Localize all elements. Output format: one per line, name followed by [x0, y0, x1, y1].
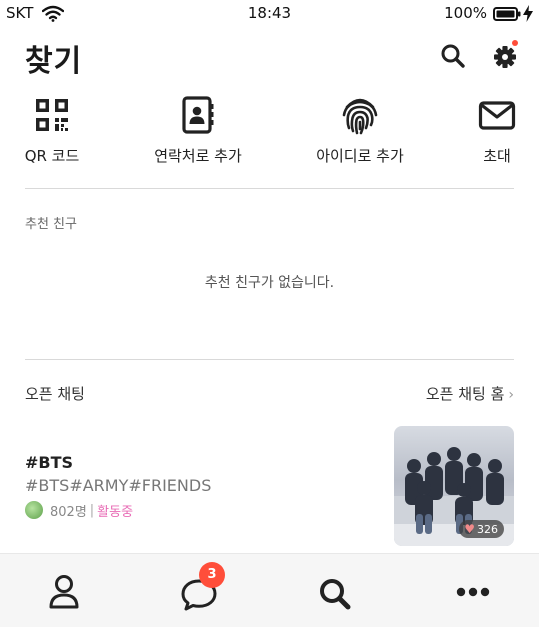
more-icon	[456, 587, 490, 597]
bottom-nav	[0, 553, 539, 627]
open-chat-home-label: 오픈 채팅 홈	[425, 385, 505, 403]
open-chat-name: #BTS	[25, 453, 74, 472]
like-count: 326	[477, 522, 498, 536]
settings-button[interactable]	[491, 40, 519, 70]
member-count: 802명	[50, 504, 87, 520]
host-avatar	[25, 501, 43, 519]
divider	[25, 359, 514, 360]
notification-dot	[512, 40, 518, 46]
envelope-icon	[478, 101, 516, 130]
chevron-right-icon: ›	[508, 387, 514, 403]
header-search-button[interactable]	[440, 43, 466, 69]
open-chat-home-link[interactable]: 오픈 채팅 홈 ›	[426, 383, 514, 404]
invite-button[interactable]: 초대	[472, 95, 522, 171]
open-chat-thumbnail[interactable]: ♥ 326	[394, 426, 514, 546]
open-chat-tags: #BTS#ARMY#FRIENDS	[25, 476, 212, 495]
friends-icon	[49, 575, 79, 609]
meta-separator: |	[89, 502, 95, 518]
add-by-contacts-label: 연락처로 추가	[154, 147, 242, 165]
add-by-contacts-button[interactable]: 연락처로 추가	[148, 95, 248, 171]
add-by-id-label: 아이디로 추가	[316, 147, 404, 165]
chat-unread-badge: 3	[199, 562, 225, 588]
contacts-book-icon	[182, 96, 214, 134]
like-count-badge: ♥ 326	[459, 520, 504, 538]
add-by-id-button[interactable]: 아이디로 추가	[310, 95, 410, 171]
recommended-friends-label: 추천 친구	[25, 217, 77, 232]
qr-code-button[interactable]: QR 코드	[22, 95, 82, 171]
open-chat-meta: 802명 | 활동중	[25, 500, 133, 520]
nav-friends-tab[interactable]	[44, 572, 84, 612]
nav-more-tab[interactable]	[453, 572, 493, 612]
qr-code-label: QR 코드	[24, 147, 80, 165]
divider	[25, 188, 514, 189]
activity-status: 활동중	[97, 504, 134, 520]
search-icon	[320, 579, 351, 610]
charging-icon	[523, 5, 533, 26]
nav-search-tab[interactable]	[315, 572, 355, 612]
gear-icon	[494, 46, 516, 68]
recommended-empty-message: 추천 친구가 없습니다.	[204, 275, 335, 291]
page-title: 찾기	[25, 44, 83, 79]
qr-code-icon	[36, 99, 68, 131]
search-icon	[441, 44, 465, 68]
battery-icon	[493, 7, 521, 25]
open-chat-title: 오픈 채팅	[25, 385, 85, 403]
invite-label: 초대	[483, 147, 511, 165]
battery-percent: 100%	[444, 4, 487, 22]
quick-actions: QR 코드 연락처로 추가 아이디로 추가 초대	[0, 95, 539, 175]
heart-icon: ♥	[464, 522, 475, 536]
status-bar: SKT 18:43 100%	[0, 0, 539, 28]
fingerprint-icon	[342, 98, 378, 135]
